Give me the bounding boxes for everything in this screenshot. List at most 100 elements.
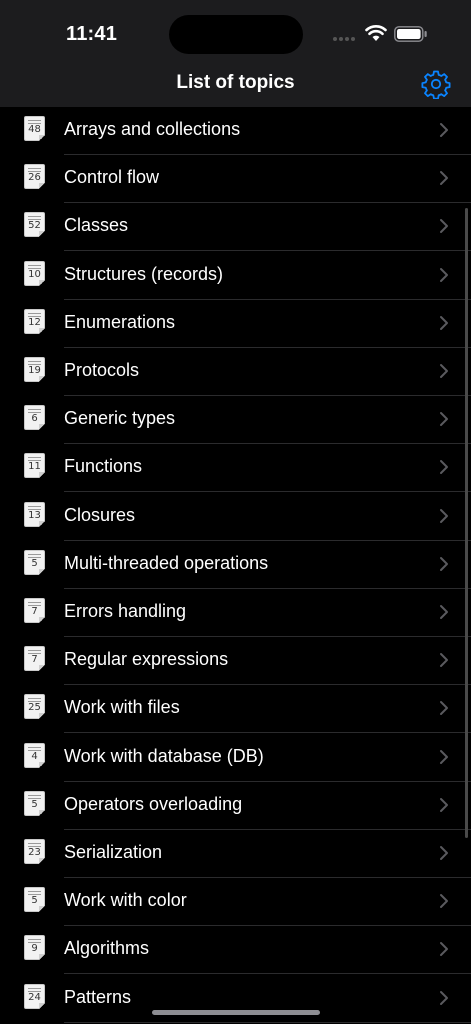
chevron-right-icon: [440, 653, 448, 668]
chevron-right-icon: [440, 797, 448, 812]
list-item[interactable]: 7 Errors handling: [0, 589, 471, 637]
status-bar: 11:41: [0, 0, 471, 62]
document-count-icon: 10: [24, 260, 46, 287]
list-item[interactable]: 10 Structures (records): [0, 252, 471, 300]
list-item[interactable]: 5 Multi-threaded operations: [0, 541, 471, 589]
document-count-icon: 7: [24, 598, 46, 624]
topic-count: 5: [31, 895, 38, 907]
document-count-icon: 25: [24, 694, 46, 720]
list-item[interactable]: 11 Functions: [0, 444, 471, 493]
document-count-icon: 6: [24, 405, 46, 431]
topic-count: 26: [28, 172, 41, 184]
topic-count: 52: [28, 220, 41, 232]
topic-label: Patterns: [64, 986, 132, 1007]
topic-label: Multi-threaded operations: [64, 552, 269, 573]
navigation-header: 11:41 List of topics: [0, 0, 471, 107]
list-item[interactable]: 5 Operators overloading: [0, 782, 471, 830]
topic-label: Work with color: [64, 890, 187, 911]
list-item[interactable]: 13 Closures: [0, 493, 471, 541]
topic-label: Algorithms: [64, 938, 150, 959]
chevron-right-icon: [440, 219, 448, 234]
gear-icon[interactable]: [421, 69, 451, 99]
topic-label: Protocols: [64, 360, 140, 380]
chevron-right-icon: [440, 894, 448, 909]
topic-label: Control flow: [64, 167, 160, 188]
document-count-icon: 19: [24, 357, 46, 383]
list-item[interactable]: 23 Serialization: [0, 830, 471, 878]
topic-count: 12: [28, 316, 41, 328]
battery-icon: [394, 26, 427, 42]
topic-count: 5: [31, 557, 38, 569]
document-count-icon: 7: [24, 646, 46, 672]
topic-label: Closures: [64, 504, 136, 525]
topic-count: 23: [28, 847, 41, 858]
chevron-right-icon: [440, 605, 448, 619]
page-title: List of topics: [176, 72, 295, 93]
document-count-icon: 48: [24, 116, 46, 142]
list-item[interactable]: 24 Patterns: [0, 975, 471, 1023]
list-item[interactable]: 9 Algorithms: [0, 926, 471, 975]
chevron-right-icon: [440, 701, 448, 716]
chevron-right-icon: [440, 123, 448, 137]
topic-count: 7: [31, 606, 38, 617]
home-indicator: [152, 1010, 320, 1015]
wifi-icon: [365, 25, 387, 41]
list-item[interactable]: 12 Enumerations: [0, 300, 471, 348]
topic-label: Enumerations: [64, 311, 176, 332]
document-count-icon: 24: [24, 983, 46, 1010]
row-separator: [64, 1021, 471, 1023]
topic-count: 13: [28, 509, 41, 521]
list-item[interactable]: 7 Regular expressions: [0, 637, 471, 686]
chevron-right-icon: [440, 508, 448, 523]
scroll-indicator: [465, 208, 468, 838]
chevron-right-icon: [440, 990, 448, 1005]
document-count-icon: 5: [24, 790, 46, 817]
chevron-right-icon: [440, 171, 448, 186]
topic-count: 24: [28, 991, 41, 1003]
chevron-right-icon: [440, 412, 448, 427]
cellular-signal-icon: [333, 37, 357, 43]
list-item[interactable]: 5 Work with color: [0, 878, 471, 927]
chevron-right-icon: [440, 460, 448, 475]
document-count-icon: 5: [24, 887, 46, 913]
topic-label: Functions: [64, 456, 143, 477]
document-count-icon: 23: [24, 839, 46, 865]
topic-count: 48: [28, 124, 41, 135]
topic-count: 11: [28, 461, 41, 473]
list-item[interactable]: 4 Work with database (DB): [0, 734, 471, 782]
topic-count: 7: [31, 654, 38, 666]
document-count-icon: 4: [24, 742, 46, 769]
chevron-right-icon: [440, 315, 448, 330]
topic-count: 6: [31, 413, 38, 425]
list-item[interactable]: 52 Classes: [0, 203, 471, 252]
list-item[interactable]: 19 Protocols: [0, 348, 471, 396]
topic-label: Work with files: [64, 697, 180, 718]
topic-count: 5: [31, 798, 38, 810]
list-item[interactable]: 6 Generic types: [0, 396, 471, 445]
document-count-icon: 9: [24, 935, 46, 961]
topic-label: Errors handling: [64, 601, 187, 621]
chevron-right-icon: [440, 846, 448, 860]
topic-count: 9: [31, 943, 38, 955]
topic-label: Structures (records): [64, 263, 224, 284]
topic-count: 25: [28, 702, 41, 714]
list-item[interactable]: 48 Arrays and collections: [0, 107, 471, 155]
topic-label: Operators overloading: [64, 793, 243, 814]
document-count-icon: 11: [24, 453, 46, 479]
chevron-right-icon: [440, 556, 448, 571]
topic-label: Work with database (DB): [64, 745, 264, 766]
topic-label: Classes: [64, 215, 129, 236]
document-count-icon: 26: [24, 164, 46, 190]
document-count-icon: 52: [24, 212, 46, 238]
topic-label: Generic types: [64, 408, 176, 429]
list-item[interactable]: 26 Control flow: [0, 155, 471, 204]
list-item[interactable]: 25 Work with files: [0, 685, 471, 734]
topic-label: Serialization: [64, 842, 163, 862]
chevron-right-icon: [440, 267, 448, 282]
topic-count: 19: [28, 365, 41, 376]
document-count-icon: 13: [24, 501, 46, 528]
status-time: 11:41: [66, 23, 118, 45]
chevron-right-icon: [440, 749, 448, 764]
topic-label: Arrays and collections: [64, 119, 241, 139]
chevron-right-icon: [440, 942, 448, 957]
